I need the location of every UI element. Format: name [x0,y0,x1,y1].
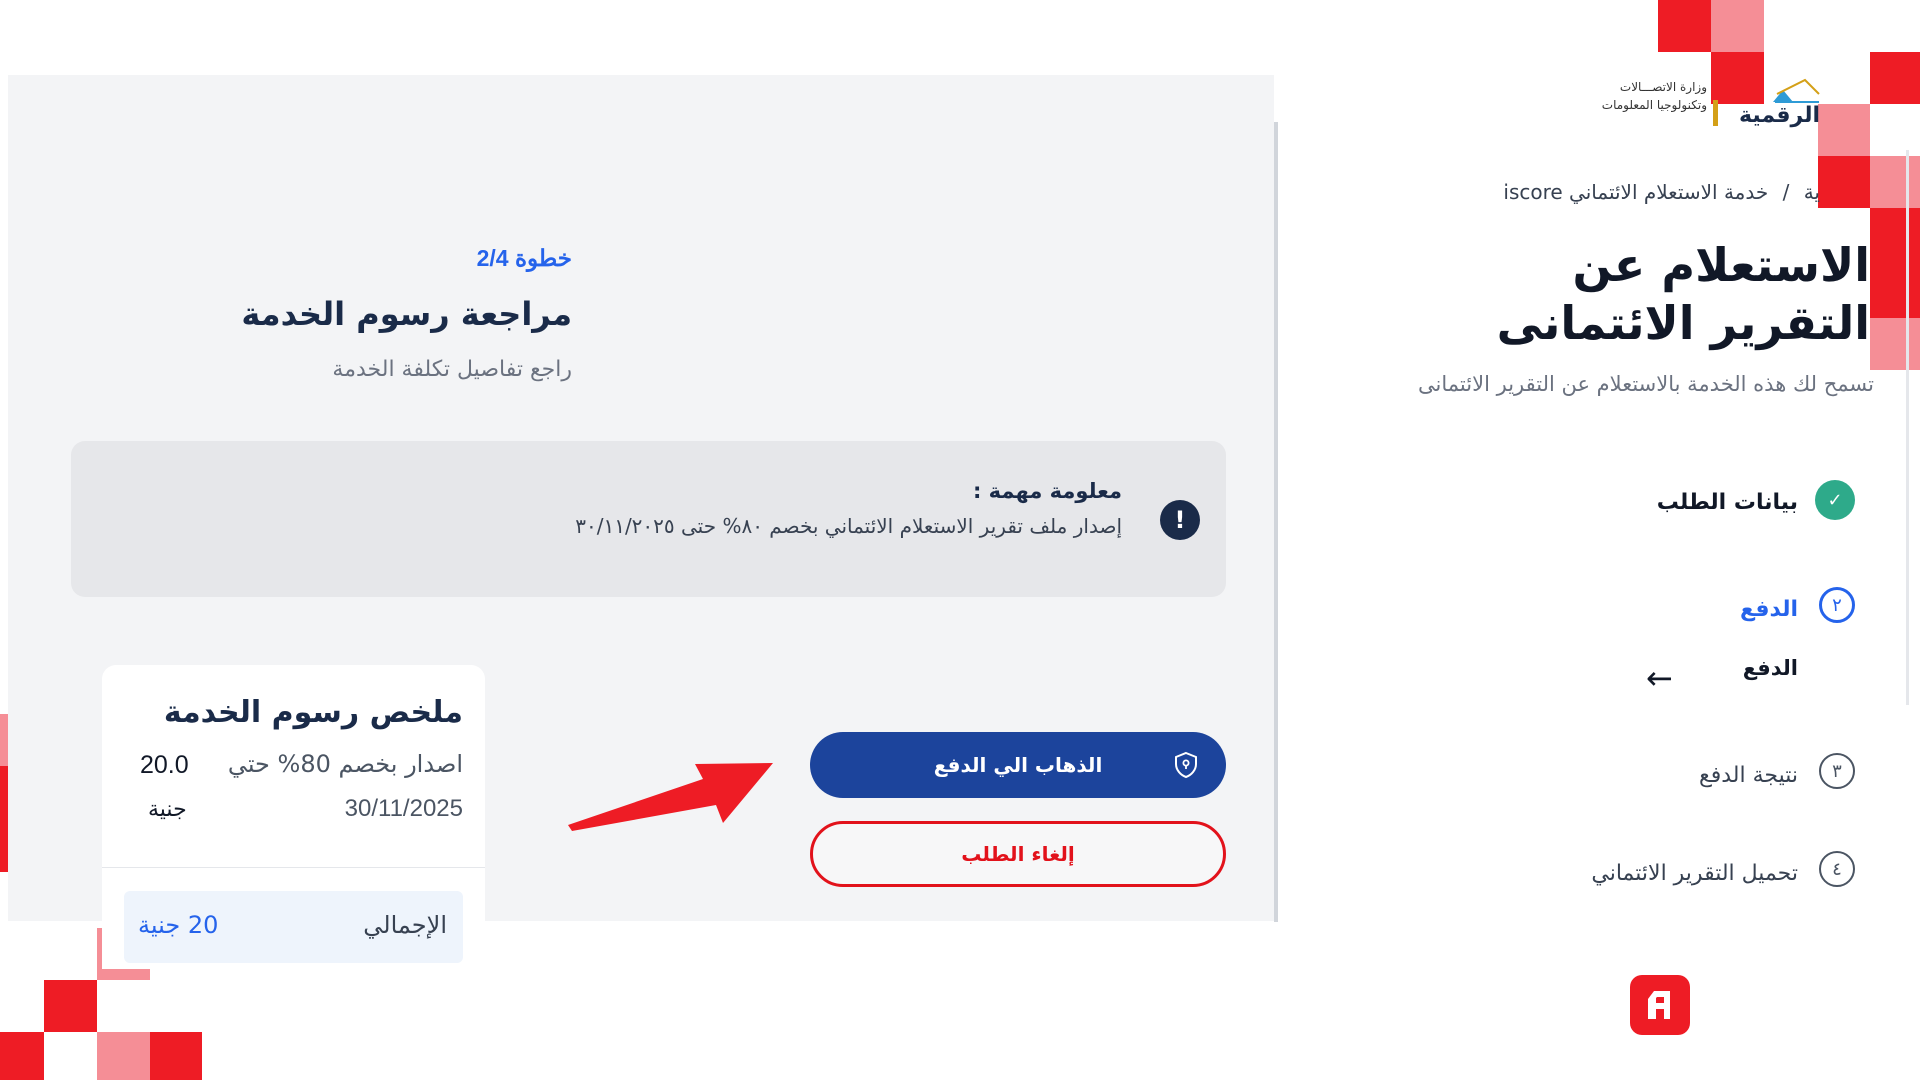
step-substep-payment[interactable]: الدفع [1743,656,1798,680]
step-label-payment[interactable]: الدفع [1740,597,1798,622]
decor-square [1870,156,1920,208]
step-label-download-report[interactable]: تحميل التقرير الائتماني [1591,861,1798,886]
decor-square [1870,318,1920,370]
check-icon: ✓ [1815,480,1855,520]
decor-square [1870,208,1920,318]
page-description: تسمح لك هذه الخدمة بالاستعلام عن التقرير… [1418,372,1874,396]
summary-item-amount: 20.0 [140,751,189,779]
decor-square [150,1032,202,1080]
decor-square [1818,104,1870,156]
summary-item-currency: جنية [148,797,187,822]
breadcrumb: ية / خدمة الاستعلام الائتماني iscore [1503,180,1820,204]
total-row: الإجمالي 20 جنية [124,891,463,963]
summary-card: ملخص رسوم الخدمة اصدار بخصم 80% حتي 30/1… [102,665,485,969]
breadcrumb-current: خدمة الاستعلام الائتماني iscore [1503,180,1769,204]
decor-square [44,980,97,1032]
breadcrumb-separator: / [1782,180,1790,204]
decor-square [1870,52,1920,104]
breadcrumb-home-link[interactable]: ية [1804,180,1820,204]
shield-icon [1175,751,1197,779]
step-label-payment-result[interactable]: نتيجة الدفع [1699,763,1798,788]
scrollbar[interactable] [1906,150,1909,705]
exclamation-icon: ! [1160,500,1200,540]
app-logo-glyph [1648,991,1670,1019]
info-text: إصدار ملف تقرير الاستعلام الائتماني بخصم… [575,514,1122,538]
summary-item-description: اصدار بخصم 80% حتي [227,750,463,778]
decor-square [0,1032,44,1080]
step-number-badge: ٤ [1819,851,1855,887]
logo-text: وزارة الاتصـــالات [1619,80,1707,94]
scrollbar[interactable] [1274,122,1278,922]
info-title: معلومة مهمة : [972,479,1122,503]
step-indicator: خطوة 2/4 [476,245,572,271]
arrow-left-icon: ← [1646,659,1673,697]
total-value: 20 جنية [138,911,219,939]
info-box: ! معلومة مهمة : إصدار ملف تقرير الاستعلا… [71,441,1226,597]
decor-square [97,1032,150,1080]
cancel-request-label: إلغاء الطلب [961,842,1075,866]
go-to-payment-label: الذهاب الي الدفع [933,753,1103,777]
section-subtitle: راجع تفاصيل تكلفة الخدمة [332,357,572,382]
decor-square [1711,0,1764,52]
summary-title: ملخص رسوم الخدمة [163,695,463,730]
annotation-arrow [568,763,773,831]
logo-brand-text: الرقمية [1739,103,1820,128]
step-label-request-data[interactable]: بيانات الطلب [1657,490,1798,515]
main-panel: خطوة 2/4 مراجعة رسوم الخدمة راجع تفاصيل … [8,75,1274,969]
decor-square [1658,0,1711,52]
section-title: مراجعة رسوم الخدمة [241,295,572,333]
total-label: الإجمالي [363,911,447,939]
step-number-badge: ٢ [1819,587,1855,623]
divider [102,867,485,868]
page-title: الاستعلام عن التقرير الائتمانى [1496,238,1870,350]
step-number-badge: ٣ [1819,753,1855,789]
app-logo-icon [1630,975,1690,1035]
decor-square [1818,156,1870,208]
logo-text: وتكنولوجيا المعلومات [1601,98,1707,112]
summary-item-date: 30/11/2025 [344,795,463,822]
cancel-request-button[interactable]: إلغاء الطلب [810,821,1226,887]
go-to-payment-button[interactable]: الذهاب الي الدفع [810,732,1226,798]
